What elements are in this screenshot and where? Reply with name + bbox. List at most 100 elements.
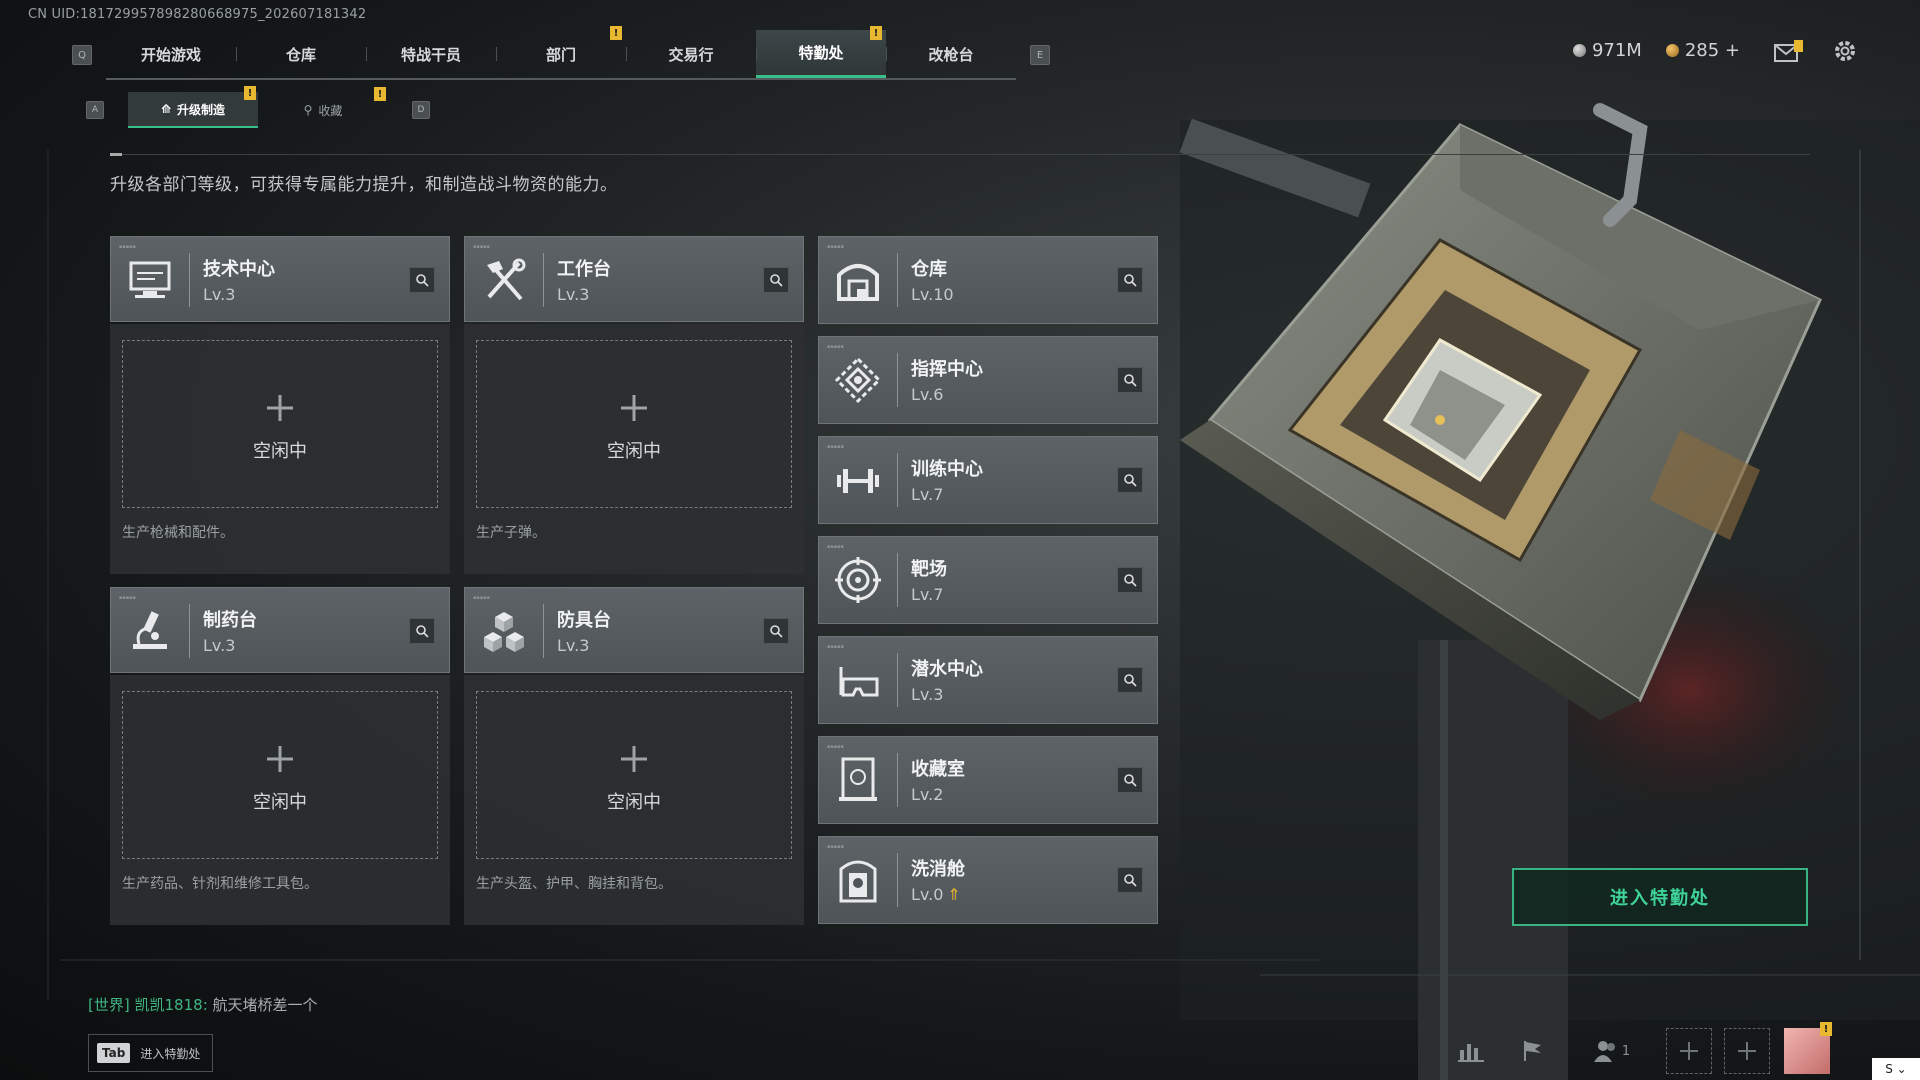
tab-shortcut-label: 进入特勤处 bbox=[140, 1046, 201, 1061]
search-icon[interactable] bbox=[763, 618, 789, 644]
header-divider bbox=[110, 154, 1810, 155]
department-card-collection-room[interactable]: ▪▪▪▪▪ 收藏室 Lv.2 bbox=[818, 736, 1158, 824]
chat-user[interactable]: 凯凯1818 bbox=[135, 996, 203, 1014]
card-corner-mark: ▪▪▪▪▪ bbox=[827, 344, 844, 350]
card-corner-mark: ▪▪▪▪▪ bbox=[119, 595, 136, 601]
station-name: 防具台 bbox=[557, 610, 611, 631]
nav-prev-key-hint[interactable]: Q bbox=[72, 45, 92, 65]
tab-label: 仓库 bbox=[285, 45, 316, 64]
computer-icon bbox=[129, 261, 171, 298]
plus-icon bbox=[621, 395, 647, 421]
tab-shortcut-button[interactable]: Tab 进入特勤处 bbox=[88, 1034, 214, 1072]
card-separator bbox=[897, 453, 898, 507]
department-card-decon-chamber[interactable]: ▪▪▪▪▪ 洗消舱 Lv.0 ⇑ bbox=[818, 836, 1158, 924]
department-name: 洗消舱 bbox=[911, 859, 965, 880]
card-corner-mark: ▪▪▪▪▪ bbox=[827, 844, 844, 850]
search-icon[interactable] bbox=[1117, 467, 1143, 493]
card-separator bbox=[897, 253, 898, 307]
department-card-warehouse[interactable]: ▪▪▪▪▪ 仓库 Lv.10 bbox=[818, 236, 1158, 324]
subtab-collection[interactable]: ⚲ 收藏 ! bbox=[258, 87, 388, 127]
tab-trading[interactable]: 交易行 bbox=[626, 30, 756, 78]
slot-status: 空闲中 bbox=[607, 792, 661, 813]
station-card-armor[interactable]: ▪▪▪▪▪ 防具台 Lv.3 bbox=[464, 587, 804, 673]
department-card-diving-center[interactable]: ▪▪▪▪▪ 潜水中心 Lv.3 bbox=[818, 636, 1158, 724]
production-description: 生产枪械和配件。 bbox=[122, 525, 234, 541]
search-icon[interactable] bbox=[1117, 767, 1143, 793]
tab-warehouse[interactable]: 仓库 bbox=[236, 30, 366, 78]
station-card-workbench[interactable]: ▪▪▪▪▪ 工作台 Lv.3 bbox=[464, 236, 804, 322]
page-description: 升级各部门等级，可获得专属能力提升，和制造战斗物资的能力。 bbox=[110, 175, 618, 195]
department-level: Lv.7 bbox=[911, 485, 944, 504]
diving-mask-icon bbox=[839, 667, 879, 697]
add-currency-icon[interactable]: + bbox=[1719, 40, 1740, 61]
silver-currency: 971M bbox=[1572, 40, 1642, 61]
player-avatar[interactable]: ! bbox=[1784, 1022, 1832, 1074]
department-card-shooting-range[interactable]: ▪▪▪▪▪ 靶场 Lv.7 bbox=[818, 536, 1158, 624]
plus-icon bbox=[267, 395, 293, 421]
production-description: 生产子弹。 bbox=[476, 525, 546, 541]
production-slot[interactable]: 空闲中 bbox=[122, 691, 438, 859]
card-corner-mark: ▪▪▪▪▪ bbox=[473, 595, 490, 601]
flag-icon[interactable] bbox=[1516, 1034, 1550, 1068]
sub-prev-key-hint[interactable]: A bbox=[86, 101, 104, 119]
department-card-training-center[interactable]: ▪▪▪▪▪ 训练中心 Lv.7 bbox=[818, 436, 1158, 524]
nav-next-key-hint[interactable]: E bbox=[1030, 45, 1050, 65]
trophy-icon: ⚲ bbox=[303, 103, 313, 117]
tab-label: 开始游戏 bbox=[140, 45, 201, 64]
subtab-upgrade-craft[interactable]: ⟰ 升级制造 ! bbox=[128, 86, 258, 128]
add-party-slot-button[interactable] bbox=[1724, 1028, 1770, 1074]
search-icon[interactable] bbox=[1117, 667, 1143, 693]
tools-icon bbox=[487, 258, 526, 301]
tab-label: 交易行 bbox=[668, 45, 714, 64]
search-icon[interactable] bbox=[1117, 867, 1143, 893]
department-card-command-center[interactable]: ▪▪▪▪▪ 指挥中心 Lv.6 bbox=[818, 336, 1158, 424]
sub-next-key-hint[interactable]: D bbox=[412, 101, 430, 119]
production-slot[interactable]: 空闲中 bbox=[122, 340, 438, 508]
station-card-pharmacy[interactable]: ▪▪▪▪▪ 制药台 Lv.3 bbox=[110, 587, 450, 673]
player-uid: CN UID:18172995789828066897­5_2026071813… bbox=[28, 7, 367, 22]
chat-line[interactable]: [世界] 凯凯1818: 航天堵桥差一个 bbox=[88, 994, 318, 1015]
station-name: 工作台 bbox=[557, 259, 611, 280]
search-icon[interactable] bbox=[1117, 267, 1143, 293]
tab-operators[interactable]: 特战干员 bbox=[366, 30, 496, 78]
station-level: Lv.3 bbox=[557, 636, 590, 655]
main-navigation: Q 开始游戏 仓库 特战干员 部门! 交易行 特勤处! 改枪台 E bbox=[72, 26, 1050, 80]
tab-start-game[interactable]: 开始游戏 bbox=[106, 30, 236, 78]
slot-status: 空闲中 bbox=[253, 441, 307, 462]
settings-gear-icon[interactable] bbox=[1832, 38, 1858, 64]
station-card-tech-center[interactable]: ▪▪▪▪▪ 技术中心 Lv.3 bbox=[110, 236, 450, 322]
department-name: 仓库 bbox=[911, 259, 947, 280]
gold-currency[interactable]: 285 + bbox=[1665, 40, 1740, 61]
chat-channel: [世界] bbox=[88, 996, 130, 1014]
production-slot[interactable]: 空闲中 bbox=[476, 691, 792, 859]
add-party-slot-button[interactable] bbox=[1666, 1028, 1712, 1074]
search-icon[interactable] bbox=[763, 267, 789, 293]
tab-departments[interactable]: 部门! bbox=[496, 26, 626, 78]
production-description: 生产药品、针剂和维修工具包。 bbox=[122, 876, 318, 892]
production-slot[interactable]: 空闲中 bbox=[476, 340, 792, 508]
microscope-icon bbox=[133, 611, 167, 649]
silver-coin-icon bbox=[1572, 44, 1586, 57]
department-level: Lv.10 bbox=[911, 285, 954, 304]
friends-count: 1 bbox=[1621, 1043, 1631, 1059]
card-separator bbox=[897, 553, 898, 607]
tab-gunsmith[interactable]: 改枪台 bbox=[886, 30, 1016, 78]
plus-icon bbox=[267, 746, 293, 772]
station-name: 制药台 bbox=[203, 610, 257, 631]
card-separator bbox=[897, 653, 898, 707]
alert-badge: ! bbox=[610, 26, 622, 40]
mail-icon[interactable] bbox=[1774, 40, 1804, 62]
tab-key-hint: Tab bbox=[97, 1043, 131, 1063]
tab-label: 特战干员 bbox=[400, 45, 461, 64]
card-corner-mark: ▪▪▪▪▪ bbox=[827, 444, 844, 450]
tab-special-ops[interactable]: 特勤处! bbox=[756, 26, 886, 78]
search-icon[interactable] bbox=[409, 267, 435, 293]
dumbbell-icon bbox=[837, 469, 879, 493]
friends-button[interactable]: 1 bbox=[1588, 1034, 1636, 1068]
enter-special-ops-button[interactable]: 进入特勤处 bbox=[1512, 868, 1808, 926]
stats-icon[interactable] bbox=[1454, 1034, 1488, 1068]
search-icon[interactable] bbox=[1117, 567, 1143, 593]
department-level: Lv.0 ⇑ bbox=[911, 885, 961, 904]
search-icon[interactable] bbox=[1117, 367, 1143, 393]
search-icon[interactable] bbox=[409, 618, 435, 644]
